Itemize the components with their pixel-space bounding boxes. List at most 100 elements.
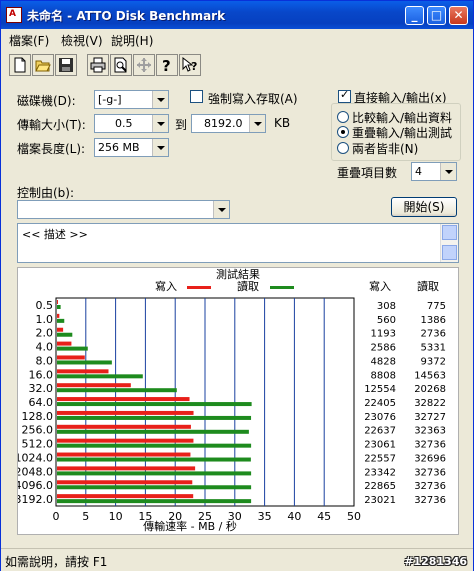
new-file-button[interactable]: [9, 54, 31, 76]
bar-write: [57, 480, 193, 485]
window-title: 未命名 - ATTO Disk Benchmark: [27, 9, 226, 23]
write-value: 560: [377, 315, 396, 326]
read-value: 20268: [414, 384, 446, 395]
save-button[interactable]: [55, 54, 77, 76]
svg-text:?: ?: [191, 60, 197, 73]
force-write-checkbox[interactable]: [190, 90, 203, 103]
bar-read: [57, 374, 143, 379]
menu-file[interactable]: 檔案(F): [9, 32, 49, 49]
svg-text:?: ?: [162, 57, 171, 73]
save-icon: [59, 58, 73, 72]
close-button[interactable]: ✕: [449, 6, 468, 25]
title-bar[interactable]: A 未命名 - ATTO Disk Benchmark _ □ ✕: [1, 1, 473, 29]
results-chart: 測試結果 寫入 讀取 寫入 讀取 傳輸速率 - MB / 秒 0 5 10 15 20 2…: [18, 268, 446, 533]
bar-read: [57, 305, 61, 309]
legend-write-swatch: [187, 286, 211, 289]
bar-read: [57, 485, 252, 490]
chevron-down-icon[interactable]: [152, 139, 168, 156]
y-tick-label: 32.0: [29, 382, 54, 395]
app-window: A 未命名 - ATTO Disk Benchmark _ □ ✕ 檔案(F) …: [0, 0, 474, 571]
chevron-down-icon[interactable]: [249, 115, 265, 132]
radio-neither[interactable]: [337, 142, 349, 154]
read-value: 5331: [421, 343, 446, 354]
y-tick-label: 16.0: [29, 368, 54, 381]
bar-write: [57, 424, 191, 429]
read-value: 32727: [414, 412, 446, 423]
queue-depth-select[interactable]: 4: [411, 162, 457, 181]
read-value: 32736: [414, 481, 446, 492]
x-tick-label: 20: [168, 510, 182, 523]
maximize-icon: □: [430, 8, 443, 22]
drive-select[interactable]: [-g-]: [94, 90, 169, 109]
scroll-down-icon[interactable]: [442, 245, 457, 260]
drive-value: [-g-]: [98, 93, 122, 106]
chevron-down-icon[interactable]: [152, 115, 168, 132]
chevron-down-icon[interactable]: [213, 201, 229, 218]
bar-write: [57, 438, 194, 443]
controlled-by-select[interactable]: [17, 200, 230, 219]
bar-read: [57, 499, 252, 504]
context-help-button[interactable]: ?: [179, 54, 201, 76]
file-length-label: 檔案長度(L):: [17, 142, 86, 156]
print-button[interactable]: [87, 54, 109, 76]
y-tick-label: 2048.0: [18, 465, 53, 478]
maximize-button[interactable]: □: [427, 6, 446, 25]
bar-write: [57, 341, 72, 346]
bar-read: [57, 318, 65, 323]
check-icon: ✓: [340, 88, 350, 101]
move-button[interactable]: [133, 54, 155, 76]
minimize-button[interactable]: _: [405, 6, 424, 25]
read-value: 32696: [414, 453, 446, 464]
radio-overlap-label: 重疊輸入/輸出測試: [352, 126, 453, 140]
read-value: 32736: [414, 467, 446, 478]
legend-read-swatch: [270, 286, 294, 289]
read-value: 32736: [414, 495, 446, 506]
write-value: 23342: [364, 467, 396, 478]
new-file-icon: [14, 57, 26, 73]
column-header-write: 寫入: [369, 279, 391, 293]
menu-view[interactable]: 檢視(V): [61, 32, 103, 49]
radio-overlap-io[interactable]: [337, 126, 349, 138]
transfer-from-select[interactable]: 0.5: [94, 114, 169, 133]
y-tick-label: 128.0: [22, 410, 54, 423]
direct-io-checkbox[interactable]: ✓: [338, 88, 351, 103]
scroll-up-icon[interactable]: [442, 225, 457, 240]
open-button[interactable]: [32, 54, 54, 76]
bar-read: [57, 443, 252, 448]
y-tick-label: 64.0: [29, 396, 54, 409]
column-header-read: 讀取: [417, 279, 439, 293]
drive-label: 磁碟機(D):: [17, 94, 76, 108]
y-tick-label: 0.5: [36, 299, 54, 312]
description-scrollbar[interactable]: [440, 224, 458, 262]
write-value: 2586: [371, 343, 396, 354]
status-bar: 如需說明，請按 F1 #1281346: [1, 548, 473, 571]
chevron-down-icon[interactable]: [152, 91, 168, 108]
open-folder-icon: [35, 60, 51, 72]
file-length-select[interactable]: 256 MB: [94, 138, 169, 157]
bar-read: [57, 346, 88, 351]
x-axis-label: 傳輸速率 - MB / 秒: [143, 519, 237, 533]
description-textarea[interactable]: << 描述 >>: [17, 223, 459, 263]
help-icon: ?: [162, 57, 171, 73]
queue-depth-label: 重疊項目數: [337, 166, 398, 180]
transfer-from-value: 0.5: [115, 117, 133, 130]
menu-help[interactable]: 說明(H): [111, 32, 153, 49]
help-button[interactable]: ?: [156, 54, 178, 76]
context-help-icon: ?: [182, 57, 197, 73]
write-value: 22865: [364, 481, 396, 492]
read-value: 775: [427, 301, 446, 312]
chevron-down-icon[interactable]: [440, 163, 456, 180]
print-preview-button[interactable]: [110, 54, 132, 76]
results-panel: 測試結果 寫入 讀取 寫入 讀取 傳輸速率 - MB / 秒 0 5 10 15 20 2…: [17, 267, 459, 535]
x-tick-label: 10: [109, 510, 123, 523]
write-value: 23076: [364, 412, 396, 423]
start-button[interactable]: 開始(S): [391, 197, 457, 217]
legend-read-label: 讀取: [237, 279, 259, 293]
y-tick-label: 512.0: [22, 438, 54, 451]
move-icon: [137, 58, 151, 72]
bar-read: [57, 415, 252, 420]
transfer-to-select[interactable]: 8192.0: [191, 114, 266, 133]
radio-compare-io[interactable]: [337, 111, 349, 123]
bar-write: [57, 410, 194, 415]
bar-write: [57, 300, 58, 304]
